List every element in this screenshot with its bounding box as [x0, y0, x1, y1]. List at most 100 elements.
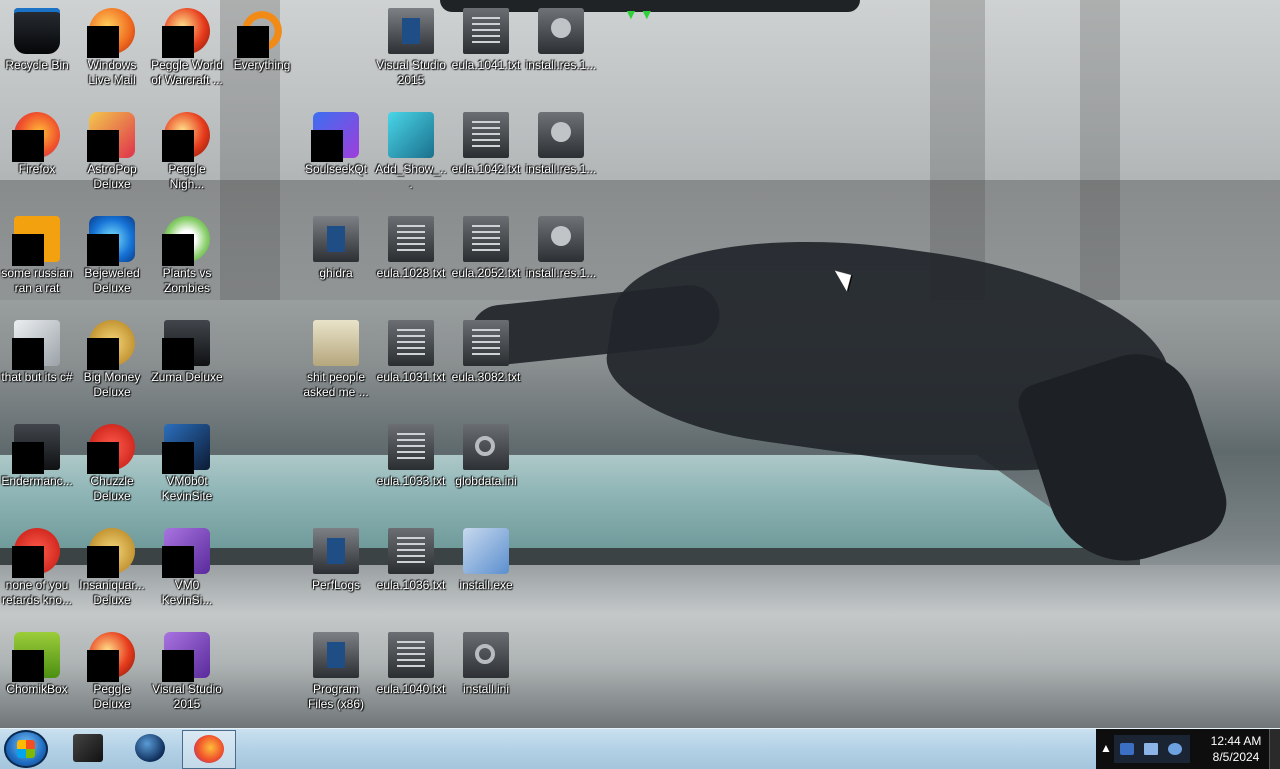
desktop-icon-peggle-nights[interactable]: Peggle Nigh...: [150, 108, 224, 208]
desktop-icon-shit-people-asked[interactable]: shit people asked me ...: [299, 316, 373, 416]
desktop-icon-program-files-x86[interactable]: Program Files (x86): [299, 628, 373, 728]
redaction-block: [87, 442, 119, 474]
clock-icon[interactable]: [1168, 743, 1182, 755]
show-desktop-button[interactable]: [1269, 729, 1280, 769]
desktop-icon-windows-live-mail[interactable]: Windows Live Mail: [75, 4, 149, 104]
desktop-icon-perflogs[interactable]: PerfLogs: [299, 524, 373, 624]
desktop-icon-label: Zuma Deluxe: [151, 370, 223, 384]
desktop-icon-astropop[interactable]: AstroPop Deluxe: [75, 108, 149, 208]
desktop-icon-firefox[interactable]: Firefox: [0, 108, 74, 208]
desktop-icon-eula-3082[interactable]: eula.3082.txt: [449, 316, 523, 416]
desktop-icon-label: eula.1031.txt: [376, 370, 446, 384]
show-hidden-icons-chevron-icon[interactable]: ▲: [1100, 741, 1112, 755]
desktop-icon-vm0b0t[interactable]: VM0b0t KevinSite: [150, 420, 224, 520]
network-monitor-icon[interactable]: [1144, 743, 1158, 755]
tray-icon-group: [1114, 735, 1190, 763]
peggle-wow-icon: [162, 8, 210, 58]
taskbar-app-cube[interactable]: [62, 730, 114, 767]
black-cube-app-icon: [73, 734, 103, 762]
desktop-icon-add-show[interactable]: Add_Show_...: [374, 108, 448, 208]
desktop-icon-label: that but its c#: [1, 370, 73, 384]
desktop-icon-globdata-ini[interactable]: globdata.ini: [449, 420, 523, 520]
registry-file-icon: [388, 112, 434, 158]
config-file-icon: [463, 424, 509, 470]
redaction-block: [162, 442, 194, 474]
desktop-icon-label: none of you retards kno...: [1, 578, 73, 607]
desktop-icon-install-res-3[interactable]: install.res.1...: [524, 212, 598, 312]
desktop-icon-chomikbox[interactable]: ChomikBox: [0, 628, 74, 728]
desktop-icon-endermanch[interactable]: Endermanc...: [0, 420, 74, 520]
resource-file-icon: [538, 112, 584, 158]
desktop-icon-label: eula.1036.txt: [376, 578, 446, 592]
desktop-icon-label: install.res.1...: [525, 162, 597, 176]
desktop-icon-chuzzle[interactable]: Chuzzle Deluxe: [75, 420, 149, 520]
redaction-block: [162, 234, 194, 266]
desktop-icon-label: Windows Live Mail: [87, 58, 137, 87]
chuzzle-icon: [87, 424, 135, 474]
shield-icon[interactable]: [1120, 743, 1134, 755]
desktop-icon-label: Recycle Bin: [5, 58, 69, 72]
desktop-icon-eula-1036[interactable]: eula.1036.txt: [374, 524, 448, 624]
desktop-icon-eula-1028[interactable]: eula.1028.txt: [374, 212, 448, 312]
desktop-icon-visual-studio-shortcut[interactable]: Visual Studio 2015: [374, 4, 448, 104]
taskbar-app-firefox[interactable]: [182, 730, 236, 769]
desktop-icon-eula-2052[interactable]: eula.2052.txt: [449, 212, 523, 312]
taskbar: ▲ 12:44 AM 8/5/2024: [0, 728, 1280, 769]
redaction-block: [12, 546, 44, 578]
desktop-icon-big-money[interactable]: Big Money Deluxe: [75, 316, 149, 416]
desktop-icon-install-ini[interactable]: install.ini: [449, 628, 523, 728]
redaction-block: [311, 130, 343, 162]
desktop-icon-insaniquarium[interactable]: Insaniquar... Deluxe: [75, 524, 149, 624]
redaction-block: [12, 338, 44, 370]
start-button[interactable]: [4, 730, 48, 768]
desktop-icon-eula-1041[interactable]: eula.1041.txt: [449, 4, 523, 104]
text-file-icon: [388, 320, 434, 366]
redaction-block: [87, 546, 119, 578]
system-tray: ▲ 12:44 AM 8/5/2024: [1096, 729, 1280, 769]
desktop-icon-everything[interactable]: Everything: [225, 4, 299, 104]
desktop-icon-label: eula.1040.txt: [376, 682, 446, 696]
redaction-block: [87, 650, 119, 682]
text-file-icon: [388, 632, 434, 678]
terminal-icon: [12, 424, 60, 474]
redaction-block: [12, 442, 44, 474]
desktop-icon-label: Peggle Nigh...: [168, 162, 206, 191]
taskbar-app-globe[interactable]: [124, 730, 176, 767]
desktop-icon-label: PerfLogs: [311, 578, 361, 592]
desktop-icon-label: eula.1042.txt: [451, 162, 521, 176]
desktop-icon-soulseekqt[interactable]: SoulseekQt: [299, 108, 373, 208]
clock[interactable]: 12:44 AM 8/5/2024: [1196, 733, 1276, 765]
folder-icon: [313, 528, 359, 574]
desktop-icon-install-res-1[interactable]: install.res.1...: [524, 4, 598, 104]
desktop-icon-visual-studio[interactable]: Visual Studio 2015: [150, 628, 224, 728]
desktop-icon-label: Everything: [233, 58, 291, 72]
redaction-block: [162, 546, 194, 578]
firefox-icon: [12, 112, 60, 162]
desktop-icon-none-of-you[interactable]: none of you retards kno...: [0, 524, 74, 624]
desktop-icon-vm0[interactable]: VM0 KevinSi...: [150, 524, 224, 624]
desktop-icon-peggle[interactable]: Peggle Deluxe: [75, 628, 149, 728]
redaction-block: [162, 26, 194, 58]
rat-app-icon: [12, 216, 60, 266]
redaction-block: [237, 26, 269, 58]
red-ball-icon: [12, 528, 60, 578]
desktop-icon-plants-vs-zombies[interactable]: Plants vs Zombies: [150, 212, 224, 312]
desktop-icon-rat[interactable]: some russian ran a rat: [0, 212, 74, 312]
desktop-icon-ghidra[interactable]: ghidra: [299, 212, 373, 312]
config-file-icon: [463, 632, 509, 678]
text-file-icon: [388, 528, 434, 574]
desktop-icon-eula-1031[interactable]: eula.1031.txt: [374, 316, 448, 416]
desktop-icon-eula-1033[interactable]: eula.1033.txt: [374, 420, 448, 520]
desktop-icon-that-but-its-csharp[interactable]: that but its c#: [0, 316, 74, 416]
desktop-icon-install-exe[interactable]: install.exe: [449, 524, 523, 624]
redaction-block: [87, 26, 119, 58]
desktop-icon-eula-1040[interactable]: eula.1040.txt: [374, 628, 448, 728]
desktop-icon-eula-1042[interactable]: eula.1042.txt: [449, 108, 523, 208]
desktop-icon-bejeweled[interactable]: Bejeweled Deluxe: [75, 212, 149, 312]
desktop-icon-recycle-bin[interactable]: Recycle Bin: [0, 4, 74, 104]
desktop-icon-zuma[interactable]: Zuma Deluxe: [150, 316, 224, 416]
desktop-icon-install-res-2[interactable]: install.res.1...: [524, 108, 598, 208]
desktop-icon-peggle-wow[interactable]: Peggle World of Warcraft ...: [150, 4, 224, 104]
resource-file-icon: [538, 8, 584, 54]
desktop-icon-label: install.exe: [459, 578, 513, 592]
